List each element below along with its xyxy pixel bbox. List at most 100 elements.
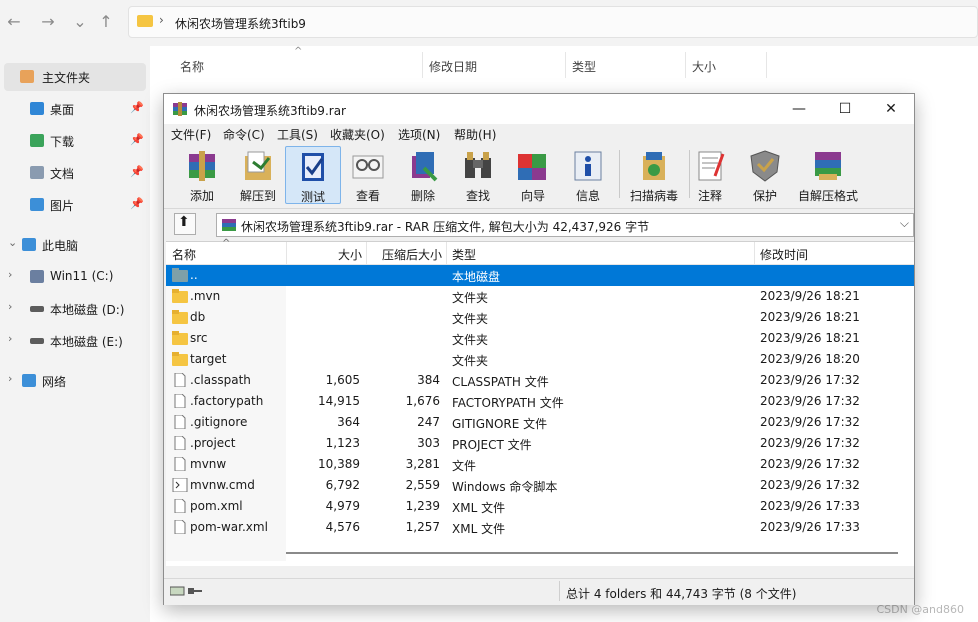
sidebar-item-documents[interactable]: 文档 📌 — [0, 159, 150, 187]
archive-path-combo[interactable]: 休闲农场管理系统3ftib9.rar - RAR 压缩文件, 解包大小为 42,… — [216, 213, 914, 237]
test-button[interactable]: 测试 — [285, 146, 341, 204]
sidebar-item-this-pc[interactable]: ⌄ 此电脑 — [0, 231, 150, 259]
table-row[interactable]: .classpath 1,605 384 CLASSPATH 文件 2023/9/26 … — [166, 370, 914, 391]
cell-size: 6,792 — [325, 478, 360, 492]
column-divider[interactable] — [422, 52, 423, 78]
chevron-right-icon[interactable]: › — [8, 268, 12, 281]
folder-icon — [172, 352, 188, 366]
column-header-size[interactable]: 大小 — [692, 58, 716, 75]
info-button[interactable]: 信息 — [560, 146, 616, 204]
sidebar-item-label: Win11 (C:) — [50, 269, 114, 283]
wizard-icon — [518, 154, 546, 180]
table-row-selected[interactable]: .. 本地磁盘 — [166, 265, 914, 286]
table-row[interactable]: target 文件夹 2023/9/26 18:20 — [166, 349, 914, 370]
wizard-label: 向导 — [520, 189, 545, 203]
up-folder-button[interactable]: ⬆ — [174, 213, 196, 235]
sidebar-item-desktop[interactable]: 桌面 📌 — [0, 95, 150, 123]
chevron-right-icon[interactable]: › — [8, 332, 12, 345]
table-row[interactable]: mvnw 10,389 3,281 文件 2023/9/26 17:32 — [166, 454, 914, 475]
sidebar-item-drive-c[interactable]: › Win11 (C:) — [0, 263, 150, 291]
menu-tools[interactable]: 工具(S) — [277, 126, 318, 143]
table-row[interactable]: .mvn 文件夹 2023/9/26 18:21 — [166, 286, 914, 307]
wizard-button[interactable]: 向导 — [505, 146, 561, 204]
horizontal-scrollbar[interactable] — [286, 552, 898, 554]
column-header-size[interactable]: 大小 — [286, 246, 362, 263]
column-header-packed[interactable]: 压缩后大小 — [366, 246, 442, 263]
table-row[interactable]: db 文件夹 2023/9/26 18:21 — [166, 307, 914, 328]
menu-commands[interactable]: 命令(C) — [223, 126, 265, 143]
virus-scan-label: 扫描病毒 — [629, 189, 678, 203]
breadcrumb-current[interactable]: 休闲农场管理系统3ftib9 — [175, 15, 306, 32]
column-divider[interactable] — [766, 52, 767, 78]
info-label: 信息 — [575, 189, 600, 203]
table-row[interactable]: src 文件夹 2023/9/26 18:21 — [166, 328, 914, 349]
winrar-archive-icon — [222, 219, 236, 231]
address-bar[interactable]: › 休闲农场管理系统3ftib9 — [128, 6, 978, 38]
table-row[interactable]: .gitignore 364 247 GITIGNORE 文件 2023/9/26 17… — [166, 412, 914, 433]
menu-options[interactable]: 选项(N) — [398, 126, 440, 143]
extract-to-button[interactable]: 解压到 — [230, 146, 286, 204]
comment-button[interactable]: 注释 — [682, 146, 738, 204]
add-button[interactable]: 添加 — [172, 146, 232, 204]
column-header-type[interactable]: 类型 — [452, 246, 476, 263]
column-header-name[interactable]: 名称 — [172, 246, 196, 263]
pin-icon[interactable]: 📌 — [130, 133, 144, 146]
close-button[interactable]: ✕ — [868, 94, 914, 124]
winrar-window: 休闲农场管理系统3ftib9.rar — ☐ ✕ 文件(F) 命令(C) 工具(… — [163, 93, 915, 605]
back-arrow-icon[interactable]: ← — [4, 12, 24, 32]
menu-file[interactable]: 文件(F) — [171, 126, 211, 143]
table-row[interactable]: pom.xml 4,979 1,239 XML 文件 2023/9/26 17:33 — [166, 496, 914, 517]
sidebar-item-label: 桌面 — [50, 103, 75, 117]
pin-icon[interactable]: 📌 — [130, 101, 144, 114]
delete-button[interactable]: 删除 — [395, 146, 451, 204]
sidebar-item-home[interactable]: 主文件夹 — [4, 63, 146, 91]
chevron-right-icon[interactable]: › — [8, 300, 12, 313]
network-icon — [22, 374, 36, 387]
menu-favorites[interactable]: 收藏夹(O) — [330, 126, 385, 143]
virus-scan-button[interactable]: 扫描病毒 — [622, 146, 686, 204]
folder-icon — [172, 289, 188, 303]
chevron-right-icon[interactable]: › — [8, 372, 12, 385]
pin-icon[interactable]: 📌 — [130, 197, 144, 210]
menu-help[interactable]: 帮助(H) — [454, 126, 496, 143]
table-row[interactable]: pom-war.xml 4,576 1,257 XML 文件 2023/9/26 17:… — [166, 517, 914, 538]
chevron-down-icon[interactable]: ⌵ — [900, 216, 909, 231]
sidebar-item-network[interactable]: › 网络 — [0, 367, 150, 395]
table-row[interactable]: .factorypath 14,915 1,676 FACTORYPATH 文件 202… — [166, 391, 914, 412]
sidebar-item-drive-e[interactable]: › 本地磁盘 (E:) — [0, 327, 150, 355]
chevron-down-icon[interactable]: ⌄ — [8, 236, 17, 249]
minimize-button[interactable]: — — [776, 94, 822, 124]
view-button[interactable]: 查看 — [340, 146, 396, 204]
folder-icon — [137, 15, 153, 27]
column-divider[interactable] — [565, 52, 566, 78]
title-bar[interactable]: 休闲农场管理系统3ftib9.rar — ☐ ✕ — [164, 94, 914, 124]
sidebar-item-drive-d[interactable]: › 本地磁盘 (D:) — [0, 295, 150, 323]
cell-type: 文件夹 — [452, 312, 489, 326]
column-header-date[interactable]: 修改日期 — [429, 58, 477, 75]
maximize-button[interactable]: ☐ — [822, 94, 868, 124]
pin-icon[interactable]: 📌 — [130, 165, 144, 178]
protect-button[interactable]: 保护 — [737, 146, 793, 204]
forward-arrow-icon[interactable]: → — [38, 12, 58, 32]
find-label: 查找 — [465, 189, 490, 203]
column-header-modified[interactable]: 修改时间 — [760, 246, 808, 263]
column-divider[interactable] — [754, 242, 755, 264]
cell-modified: 2023/9/26 17:33 — [760, 520, 860, 534]
sidebar-item-downloads[interactable]: 下载 📌 — [0, 127, 150, 155]
cell-name: pom-war.xml — [190, 520, 268, 534]
find-button[interactable]: 查找 — [450, 146, 506, 204]
column-divider[interactable] — [446, 242, 447, 264]
computer-icon — [22, 238, 36, 251]
sidebar-item-pictures[interactable]: 图片 📌 — [0, 191, 150, 219]
up-arrow-icon[interactable]: ↑ — [96, 12, 116, 32]
column-header-name[interactable]: 名称 — [180, 58, 204, 75]
sfx-button[interactable]: 自解压格式 — [792, 146, 864, 204]
column-divider[interactable] — [685, 52, 686, 78]
path-bar: ⬆ 休闲农场管理系统3ftib9.rar - RAR 压缩文件, 解包大小为 4… — [164, 209, 914, 241]
recent-dropdown-icon[interactable]: ⌄ — [70, 12, 90, 32]
column-header-type[interactable]: 类型 — [572, 58, 596, 75]
table-row[interactable]: mvnw.cmd 6,792 2,559 Windows 命令脚本 2023/9/26 … — [166, 475, 914, 496]
cell-type: 文件夹 — [452, 333, 489, 347]
sort-indicator-icon: ^ — [222, 238, 231, 249]
table-row[interactable]: .project 1,123 303 PROJECT 文件 2023/9/26 17:3… — [166, 433, 914, 454]
